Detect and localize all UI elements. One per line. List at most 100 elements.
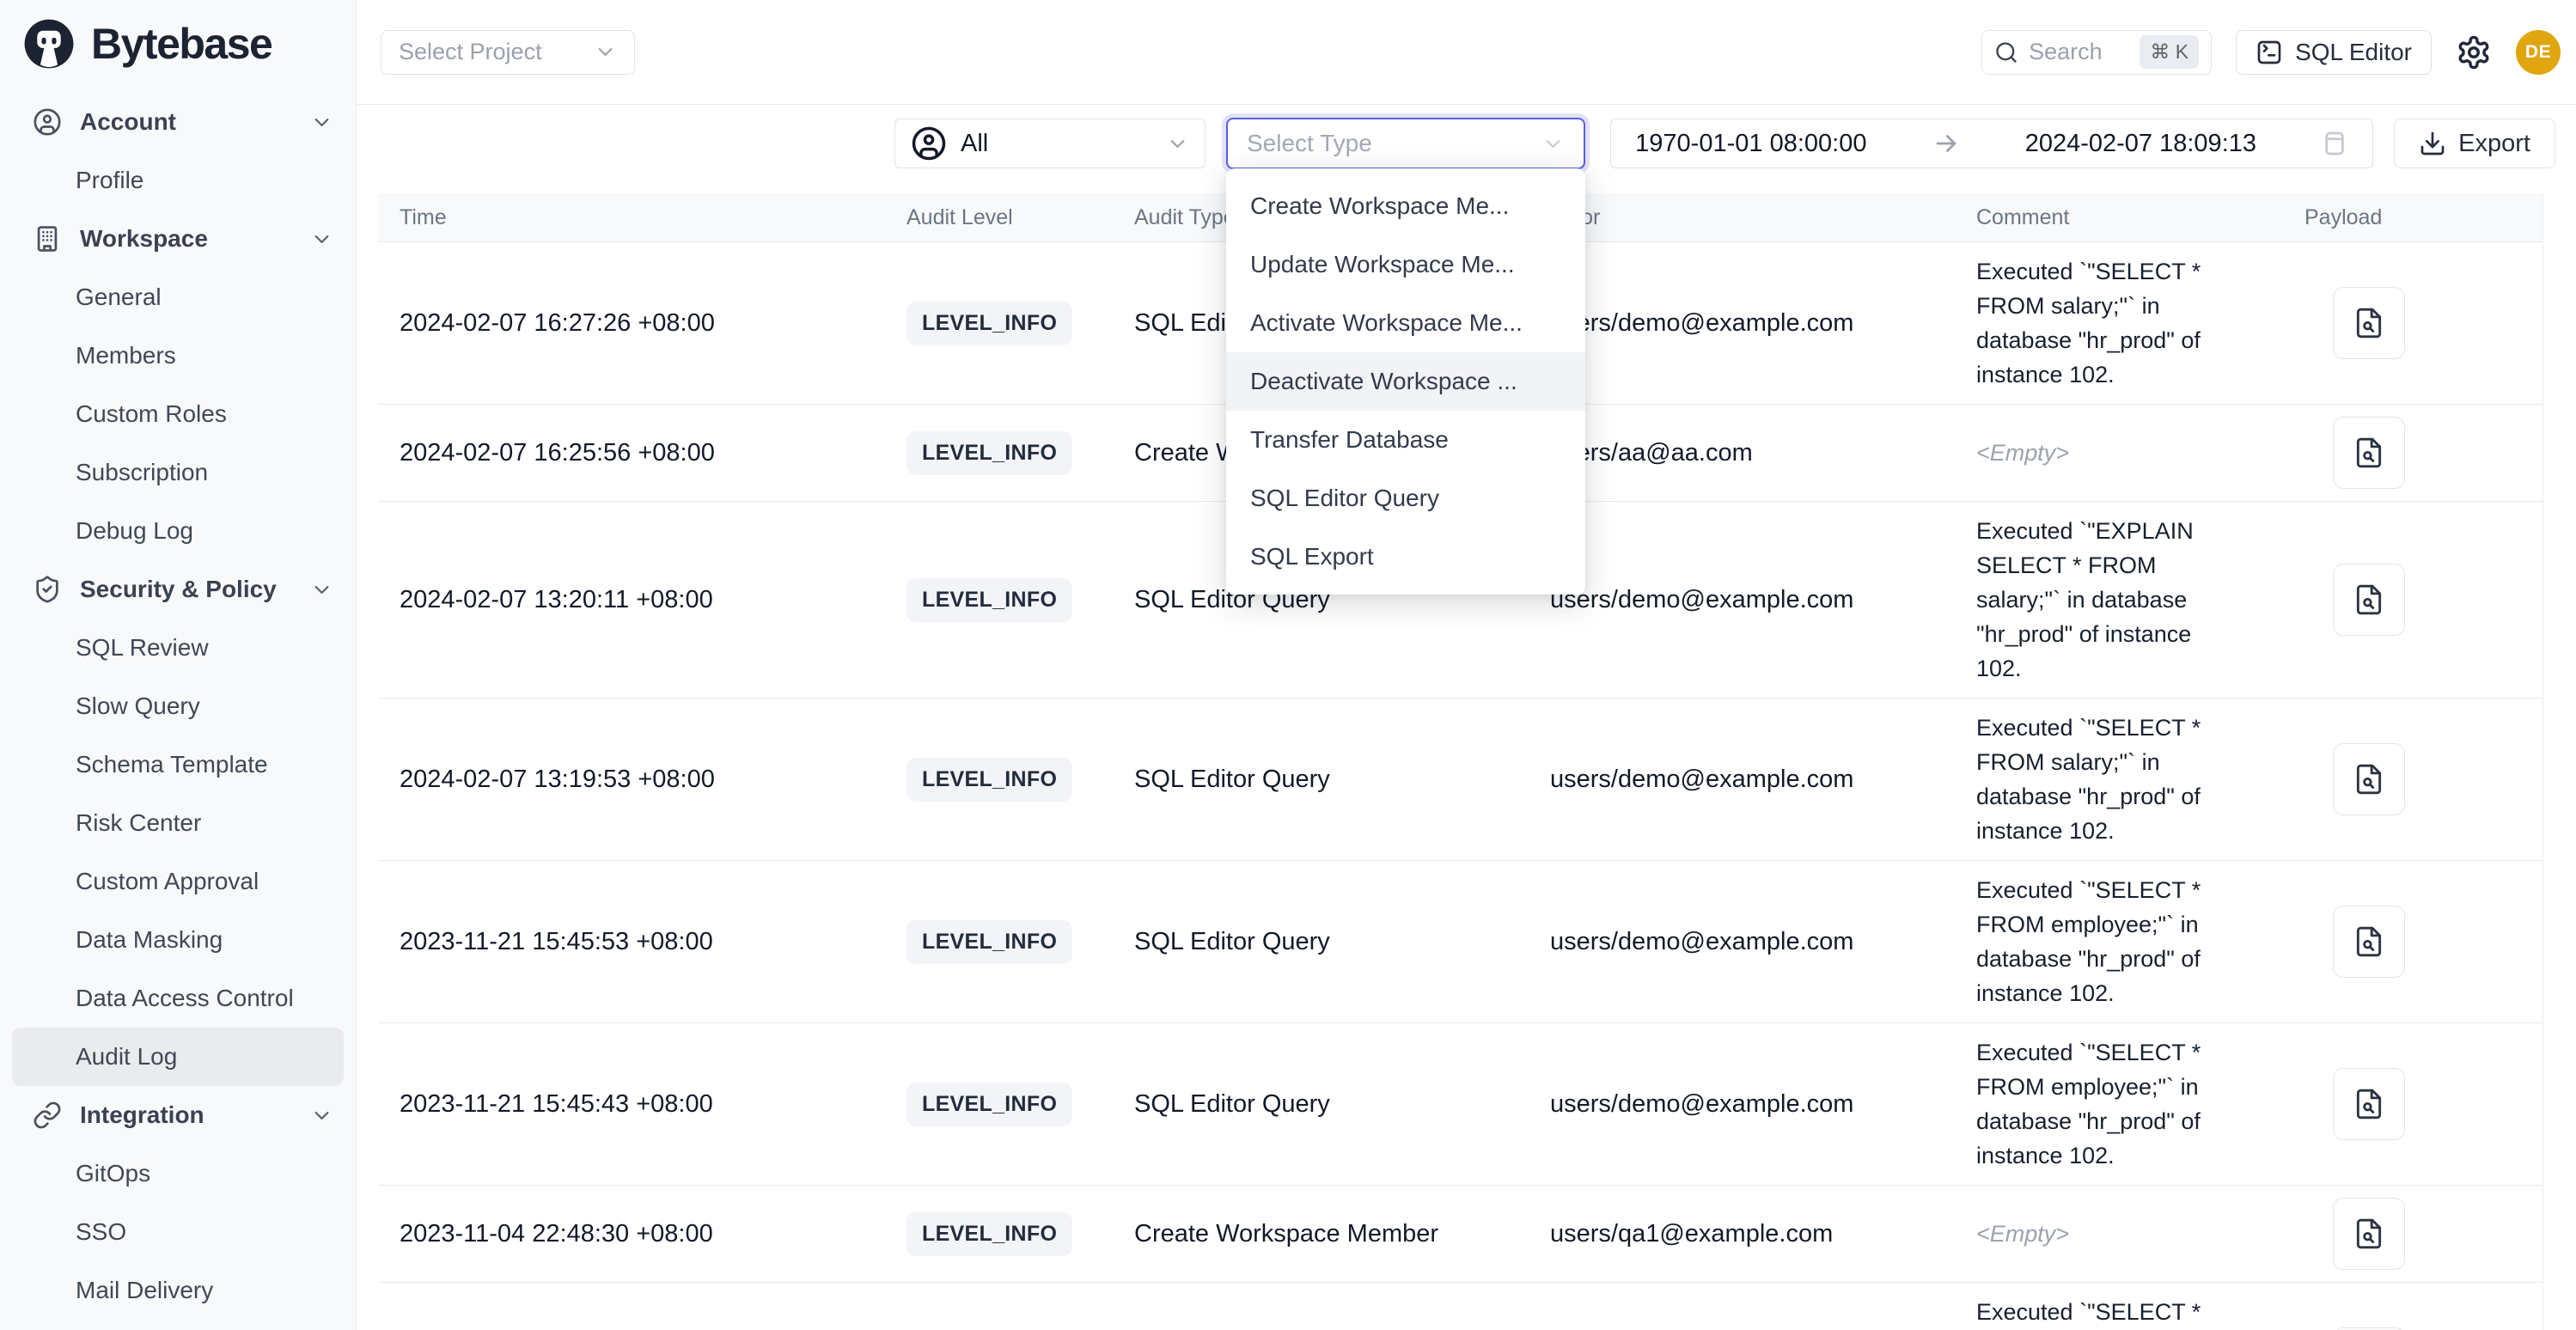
cell-payload [2268, 1068, 2542, 1140]
user-circle-icon [33, 107, 62, 137]
sidebar-item-audit-log[interactable]: Audit Log [12, 1028, 344, 1086]
sidebar-item-debug-log[interactable]: Debug Log [12, 502, 344, 560]
dropdown-option-transfer-database[interactable]: Transfer Database [1226, 411, 1585, 469]
search-placeholder: Search [2029, 39, 2103, 65]
payload-view-button[interactable] [2333, 287, 2405, 359]
sidebar-item-general[interactable]: General [12, 268, 344, 326]
dropdown-option-activate-workspace-me[interactable]: Activate Workspace Me... [1226, 294, 1585, 352]
cell-time: 2024-02-07 13:19:53 +08:00 [378, 766, 885, 794]
level-badge: LEVEL_INFO [906, 302, 1072, 345]
table-row[interactable]: 2023-11-21 15:45:53 +08:00 LEVEL_INFO SQ… [378, 860, 2542, 1022]
shield-check-icon [33, 575, 62, 604]
chevron-down-icon [1166, 132, 1189, 156]
cell-comment: <Empty> [1959, 1217, 2268, 1251]
sidebar-section-archived[interactable]: Archived [0, 1320, 356, 1330]
cell-audit-level: LEVEL_INFO [885, 431, 1117, 475]
level-badge: LEVEL_INFO [906, 758, 1072, 802]
gear-icon[interactable] [2456, 34, 2492, 70]
payload-view-button[interactable] [2333, 1198, 2405, 1270]
table-row[interactable]: 2023-11-04 01:06:24 +08:00 LEVEL_INFO SQ… [378, 1282, 2542, 1330]
download-icon [2419, 130, 2446, 157]
search-input[interactable]: Search ⌘ K [1981, 30, 2212, 75]
type-filter-select[interactable]: Select Type [1226, 118, 1585, 169]
cell-payload [2268, 1198, 2542, 1270]
dropdown-option-sql-editor-query[interactable]: SQL Editor Query [1226, 469, 1585, 528]
dropdown-option-deactivate-workspace[interactable]: Deactivate Workspace ... [1226, 352, 1585, 411]
sidebar-item-custom-approval[interactable]: Custom Approval [12, 852, 344, 911]
payload-view-button[interactable] [2333, 743, 2405, 815]
file-search-icon [2353, 1217, 2385, 1250]
project-select[interactable]: Select Project [381, 30, 635, 75]
export-label: Export [2458, 130, 2530, 158]
cell-audit-type: SQL Editor Query [1117, 766, 1529, 794]
sidebar-nav: Account Profile Workspace GeneralMembers… [0, 86, 356, 1330]
cell-payload [2268, 743, 2542, 815]
file-search-icon [2353, 763, 2385, 796]
cell-time: 2023-11-21 15:45:53 +08:00 [378, 928, 885, 956]
date-from-value[interactable]: 1970-01-01 08:00:00 [1635, 130, 1866, 158]
sidebar-item-members[interactable]: Members [12, 326, 344, 385]
file-search-icon [2353, 307, 2385, 339]
calendar-icon[interactable] [2321, 130, 2348, 157]
sidebar-item-sso[interactable]: SSO [12, 1203, 344, 1261]
cell-audit-level: LEVEL_INFO [885, 1212, 1117, 1256]
payload-view-button[interactable] [2333, 417, 2405, 489]
date-range-picker[interactable]: 1970-01-01 08:00:00 2024-02-07 18:09:13 [1610, 119, 2373, 168]
cell-actor: users/demo@example.com [1529, 586, 1959, 614]
sidebar-section-integration[interactable]: Integration [0, 1086, 356, 1144]
dropdown-option-update-workspace-me[interactable]: Update Workspace Me... [1226, 235, 1585, 294]
chevron-down-icon [594, 40, 617, 64]
date-to-value[interactable]: 2024-02-07 18:09:13 [2025, 130, 2256, 158]
cell-audit-level: LEVEL_INFO [885, 1083, 1117, 1126]
sidebar-item-sql-review[interactable]: SQL Review [12, 619, 344, 677]
payload-view-button[interactable] [2333, 906, 2405, 978]
cell-time: 2023-11-04 22:48:30 +08:00 [378, 1220, 885, 1248]
cell-actor: users/aa@aa.com [1529, 439, 1959, 467]
table-row[interactable]: 2023-11-04 22:48:30 +08:00 LEVEL_INFO Cr… [378, 1185, 2542, 1282]
cell-audit-level: LEVEL_INFO [885, 302, 1117, 345]
cell-audit-level: LEVEL_INFO [885, 758, 1117, 802]
sql-editor-label: SQL Editor [2295, 39, 2412, 66]
sidebar-item-custom-roles[interactable]: Custom Roles [12, 385, 344, 443]
sidebar-section-account[interactable]: Account [0, 93, 356, 151]
cell-payload [2268, 906, 2542, 978]
brand-logo[interactable]: Bytebase [0, 0, 356, 86]
cell-comment: Executed `"SELECT * FROM employee;"` in … [1959, 873, 2268, 1010]
sidebar-item-data-access-control[interactable]: Data Access Control [12, 969, 344, 1028]
sidebar-section-workspace[interactable]: Workspace [0, 210, 356, 268]
cell-audit-type: SQL Editor Query [1117, 1090, 1529, 1119]
cell-comment: Executed `"SELECT * FROM employee;"` in … [1959, 1035, 2268, 1173]
project-select-value: Select Project [399, 39, 542, 65]
terminal-icon [2256, 39, 2283, 66]
export-button[interactable]: Export [2394, 119, 2555, 168]
dropdown-option-create-workspace-me[interactable]: Create Workspace Me... [1226, 177, 1585, 235]
level-badge: LEVEL_INFO [906, 431, 1072, 475]
avatar[interactable]: DE [2516, 30, 2561, 75]
sidebar-item-profile[interactable]: Profile [12, 151, 344, 210]
payload-view-button[interactable] [2333, 564, 2405, 636]
search-shortcut-kbd: ⌘ K [2140, 35, 2199, 69]
table-row[interactable]: 2024-02-07 13:19:53 +08:00 LEVEL_INFO SQ… [378, 698, 2542, 860]
sidebar-section-security-policy[interactable]: Security & Policy [0, 560, 356, 619]
link-icon [33, 1101, 62, 1130]
level-badge: LEVEL_INFO [906, 920, 1072, 964]
sidebar-item-risk-center[interactable]: Risk Center [12, 794, 344, 852]
actor-filter-value: All [961, 130, 988, 158]
file-search-icon [2353, 436, 2385, 469]
building-icon [33, 224, 62, 253]
payload-view-button[interactable] [2333, 1068, 2405, 1140]
sidebar-item-schema-template[interactable]: Schema Template [12, 735, 344, 794]
sidebar-item-gitops[interactable]: GitOps [12, 1144, 344, 1203]
dropdown-option-sql-export[interactable]: SQL Export [1226, 528, 1585, 586]
sidebar-item-slow-query[interactable]: Slow Query [12, 677, 344, 735]
cell-audit-level: LEVEL_INFO [885, 578, 1117, 622]
actor-filter-select[interactable]: All [894, 119, 1206, 168]
cell-actor: users/qa1@example.com [1529, 1220, 1959, 1248]
sql-editor-button[interactable]: SQL Editor [2236, 30, 2432, 75]
table-row[interactable]: 2023-11-21 15:45:43 +08:00 LEVEL_INFO SQ… [378, 1022, 2542, 1185]
sidebar-item-data-masking[interactable]: Data Masking [12, 911, 344, 969]
sidebar-item-subscription[interactable]: Subscription [12, 443, 344, 502]
cell-comment: <Empty> [1959, 436, 2268, 470]
cell-actor: users/demo@example.com [1529, 309, 1959, 338]
sidebar-item-mail-delivery[interactable]: Mail Delivery [12, 1261, 344, 1320]
